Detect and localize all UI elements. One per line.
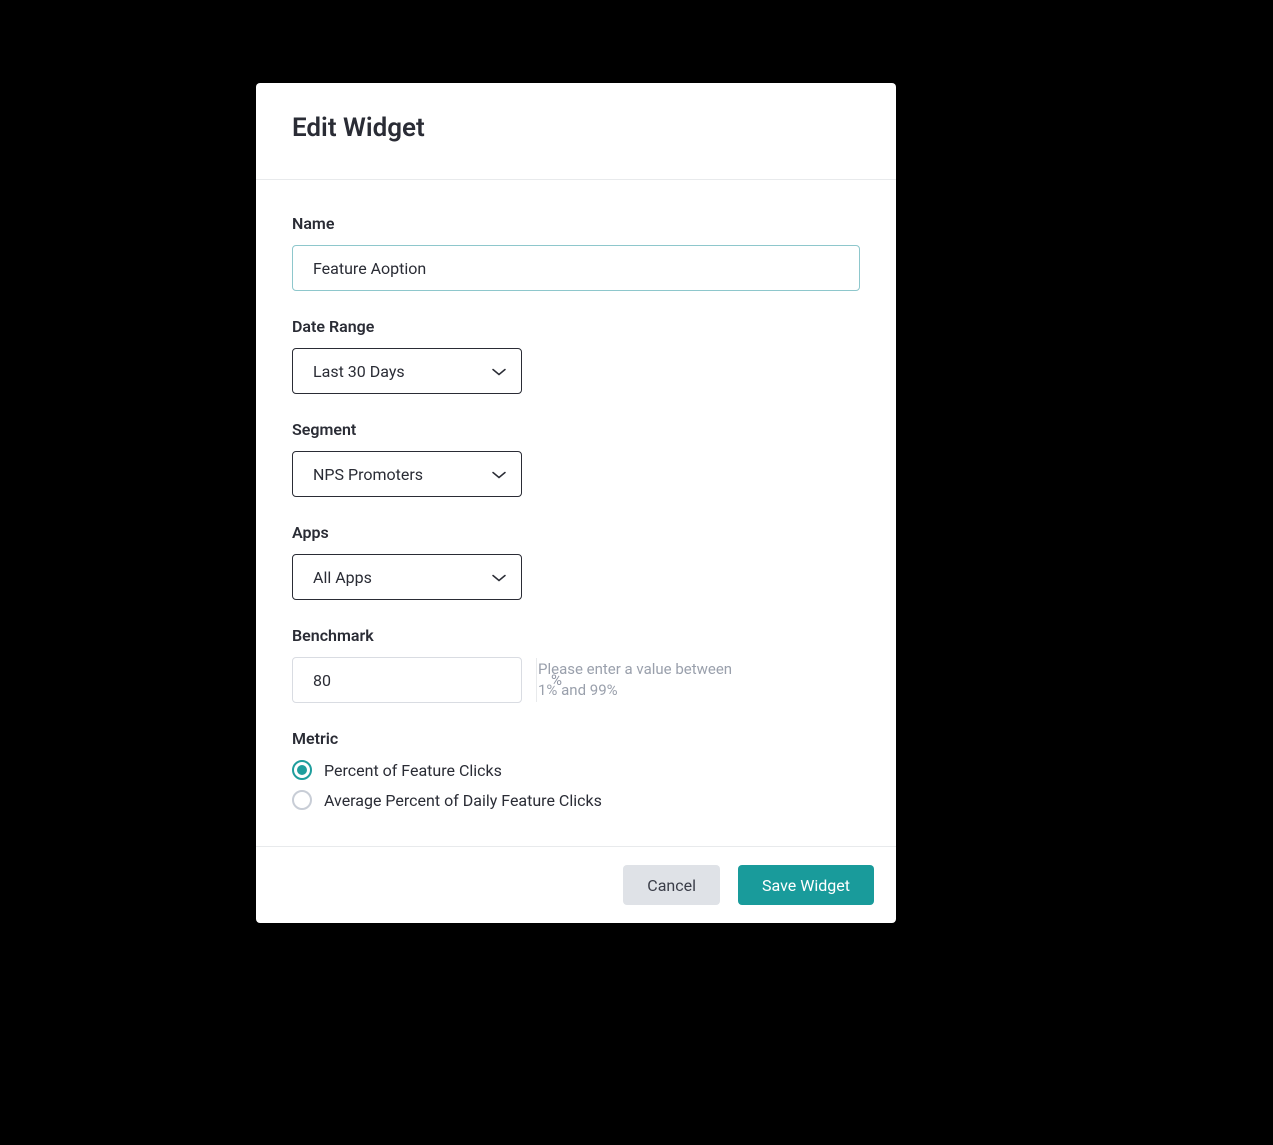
metric-option-label: Average Percent of Daily Feature Clicks bbox=[324, 791, 602, 810]
benchmark-group: Benchmark % Please enter a value between… bbox=[292, 626, 860, 703]
metric-group: Metric Percent of Feature Clicks Average… bbox=[292, 729, 860, 810]
modal-body: Name Date Range Last 30 Days Segment NPS… bbox=[256, 180, 896, 846]
name-group: Name bbox=[292, 214, 860, 291]
name-input[interactable] bbox=[292, 245, 860, 291]
benchmark-label: Benchmark bbox=[292, 626, 860, 645]
apps-select-wrap: All Apps bbox=[292, 554, 522, 600]
apps-value: All Apps bbox=[313, 568, 372, 587]
edit-widget-modal: Edit Widget Name Date Range Last 30 Days… bbox=[256, 83, 896, 923]
segment-select[interactable]: NPS Promoters bbox=[292, 451, 522, 497]
benchmark-row: % Please enter a value between 1% and 99… bbox=[292, 657, 860, 703]
segment-label: Segment bbox=[292, 420, 860, 439]
radio-selected-icon bbox=[292, 760, 312, 780]
date-range-group: Date Range Last 30 Days bbox=[292, 317, 860, 394]
cancel-button[interactable]: Cancel bbox=[623, 865, 720, 905]
save-widget-button[interactable]: Save Widget bbox=[738, 865, 874, 905]
segment-select-wrap: NPS Promoters bbox=[292, 451, 522, 497]
radio-dot-icon bbox=[297, 765, 307, 775]
date-range-label: Date Range bbox=[292, 317, 860, 336]
benchmark-input[interactable] bbox=[293, 658, 536, 702]
metric-radio-group: Percent of Feature Clicks Average Percen… bbox=[292, 760, 860, 810]
metric-option-avg-percent-daily-clicks[interactable]: Average Percent of Daily Feature Clicks bbox=[292, 790, 860, 810]
date-range-select[interactable]: Last 30 Days bbox=[292, 348, 522, 394]
radio-unselected-icon bbox=[292, 790, 312, 810]
modal-header: Edit Widget bbox=[256, 83, 896, 180]
apps-select[interactable]: All Apps bbox=[292, 554, 522, 600]
name-label: Name bbox=[292, 214, 860, 233]
modal-title: Edit Widget bbox=[292, 113, 860, 143]
metric-label: Metric bbox=[292, 729, 860, 748]
date-range-select-wrap: Last 30 Days bbox=[292, 348, 522, 394]
modal-footer: Cancel Save Widget bbox=[256, 846, 896, 923]
metric-option-percent-feature-clicks[interactable]: Percent of Feature Clicks bbox=[292, 760, 860, 780]
segment-value: NPS Promoters bbox=[313, 465, 423, 484]
apps-label: Apps bbox=[292, 523, 860, 542]
date-range-value: Last 30 Days bbox=[313, 362, 405, 381]
benchmark-suffix: % bbox=[536, 658, 576, 702]
benchmark-input-wrap: % bbox=[292, 657, 522, 703]
metric-option-label: Percent of Feature Clicks bbox=[324, 761, 502, 780]
apps-group: Apps All Apps bbox=[292, 523, 860, 600]
segment-group: Segment NPS Promoters bbox=[292, 420, 860, 497]
